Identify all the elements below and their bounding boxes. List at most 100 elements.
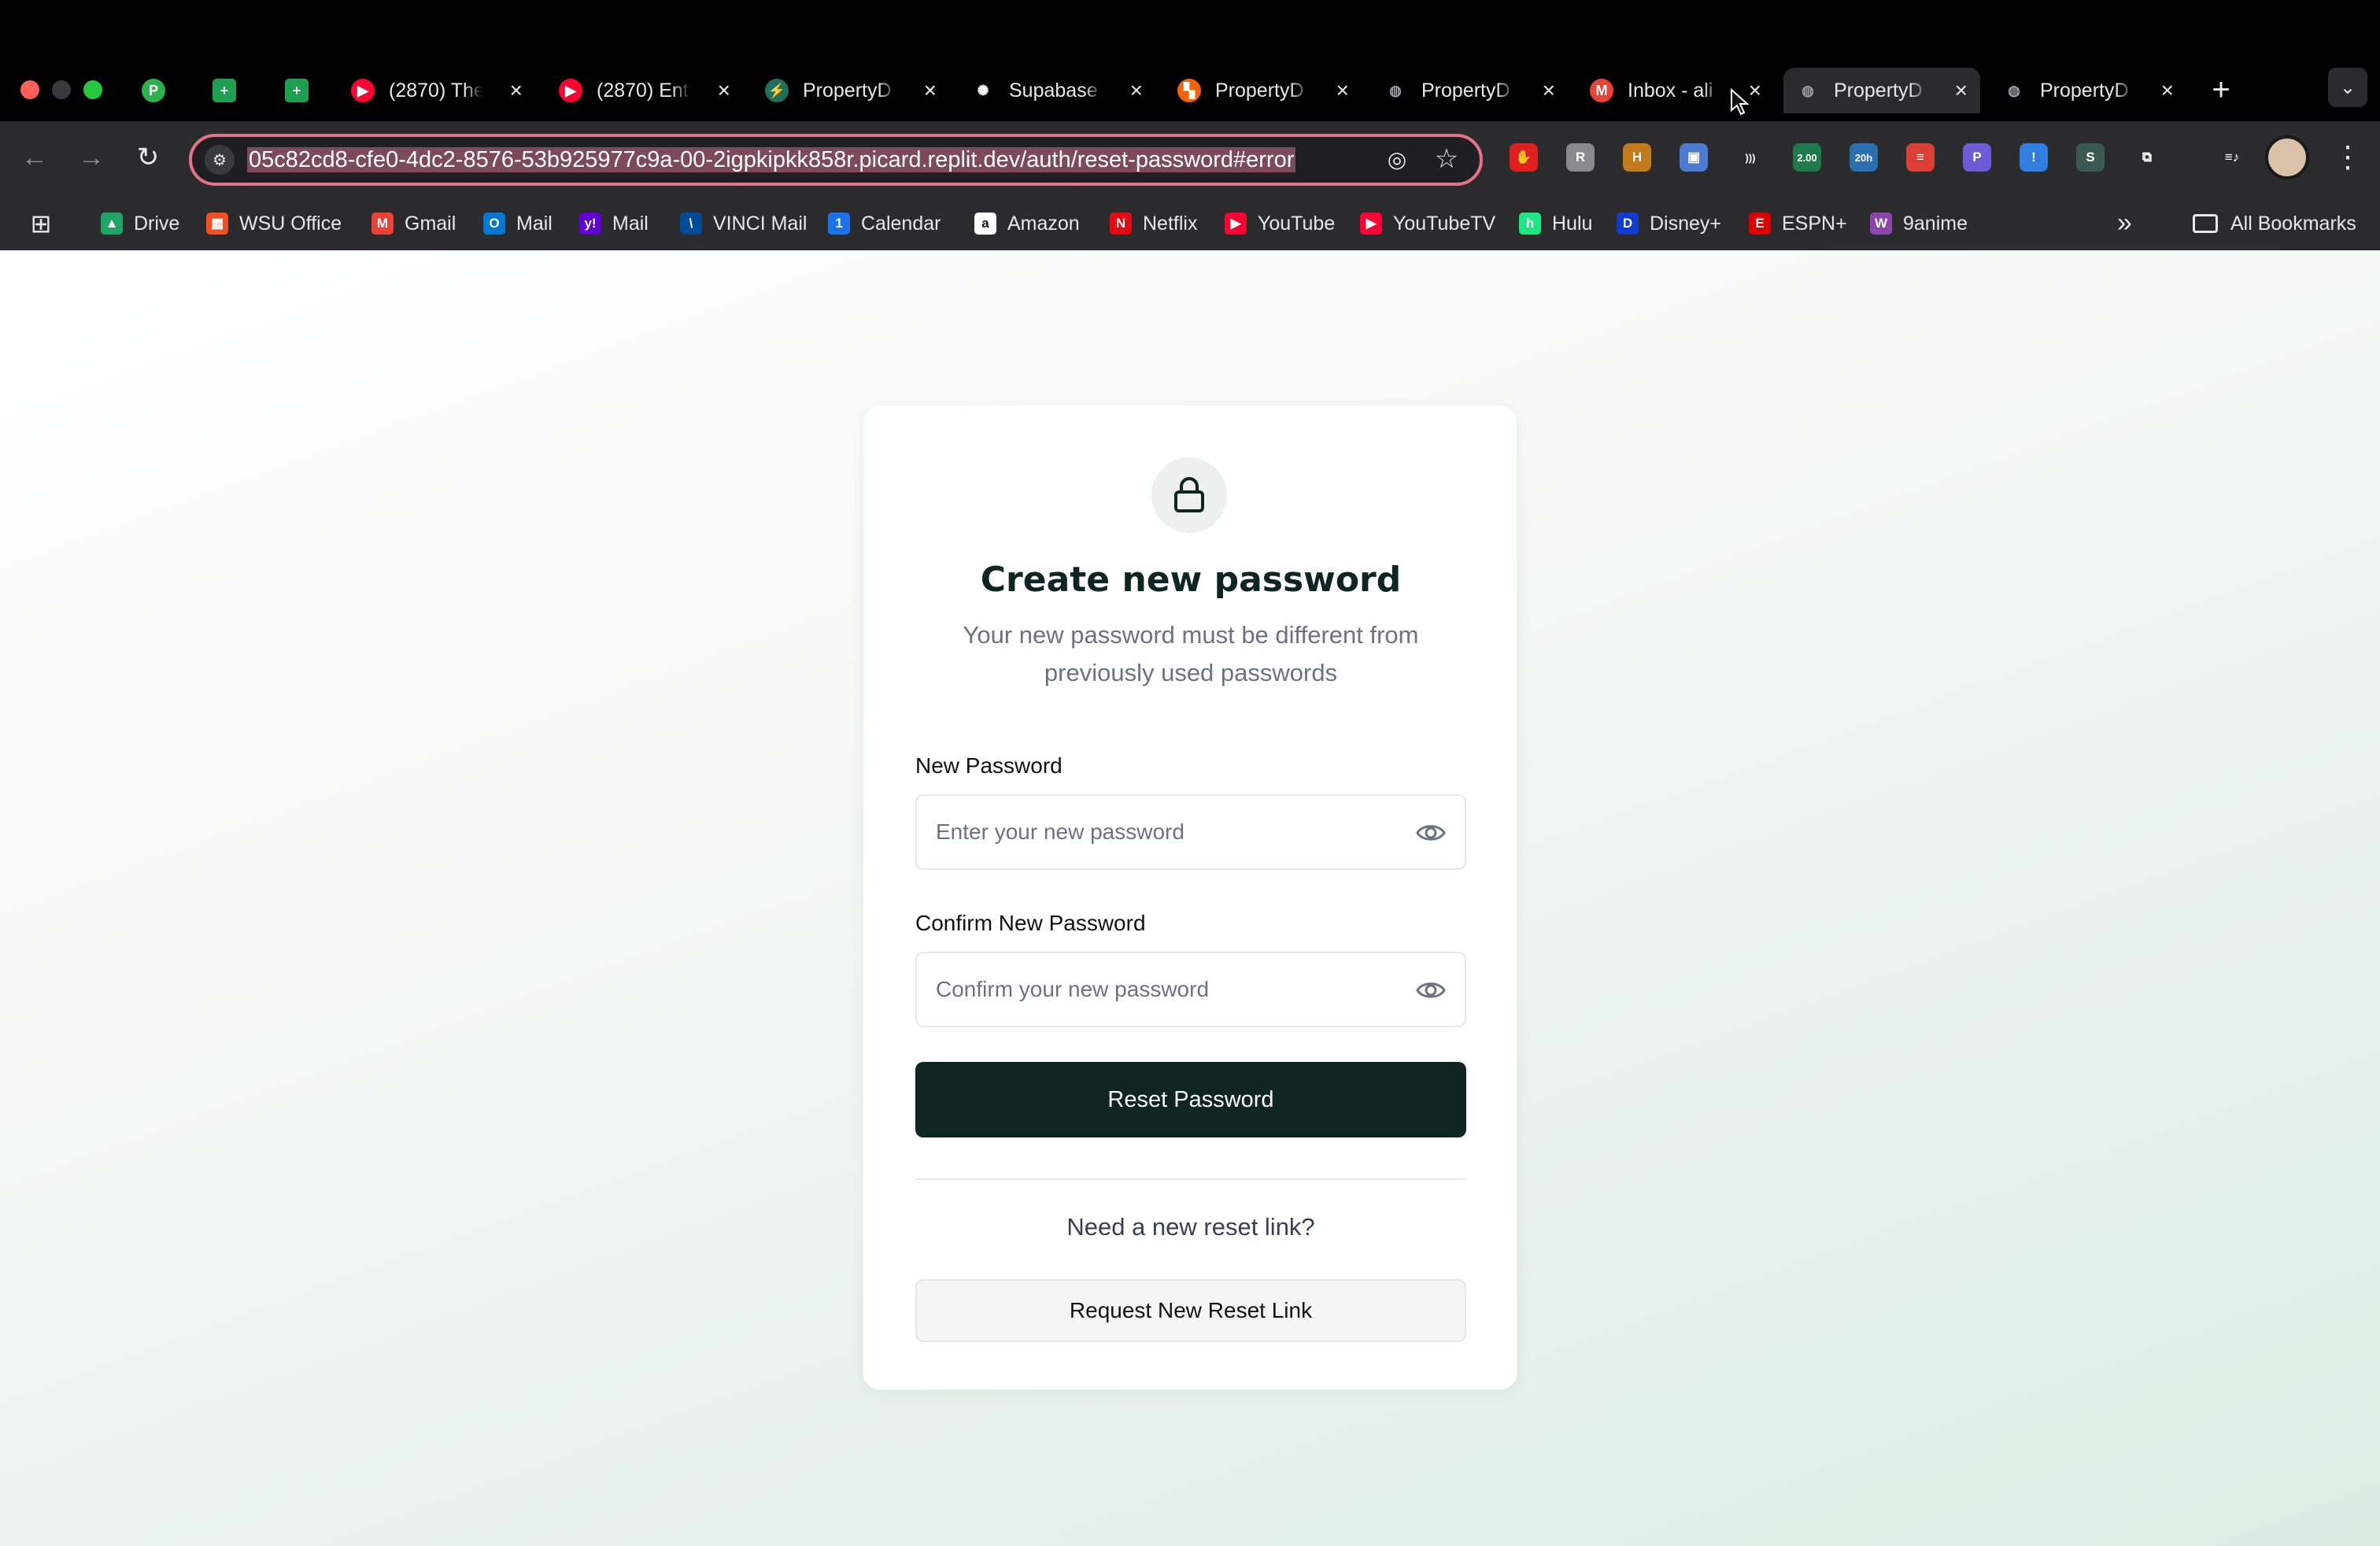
bookmark-star-icon[interactable]: ☆ <box>1431 143 1462 175</box>
tab-7[interactable]: ▚ PropertyD × <box>1165 68 1362 113</box>
browser-menu-icon[interactable]: ⋮ <box>2333 140 2363 175</box>
show-password-eye-icon[interactable] <box>1416 819 1446 846</box>
new-tab-button[interactable]: + <box>2204 72 2238 107</box>
tab-search-button[interactable]: ⌄ <box>2328 68 2367 107</box>
tab-4[interactable]: ▶ (2870) Ent × <box>546 68 743 113</box>
extension-e-icon[interactable]: P <box>1963 143 1991 172</box>
all-bookmarks-button[interactable]: All Bookmarks <box>2193 205 2356 242</box>
tab-11[interactable]: ◍ PropertyD × <box>1990 68 2186 113</box>
espn-icon: E <box>1749 213 1771 235</box>
bookmark-youtube[interactable]: ▶ YouTube <box>1225 205 1335 242</box>
bookmark-label: YouTubeTV <box>1393 212 1496 235</box>
profile-avatar[interactable] <box>2265 135 2309 179</box>
tab-1[interactable]: + <box>200 68 255 113</box>
bookmark-vinci-mail[interactable]: \ VINCI Mail <box>680 205 807 242</box>
apps-grid-icon[interactable]: ⊞ <box>27 209 55 238</box>
tab-10[interactable]: ◍ PropertyD × <box>1783 68 1980 113</box>
show-confirm-password-eye-icon[interactable] <box>1416 977 1446 1004</box>
close-tab-icon[interactable]: × <box>1130 80 1143 102</box>
globe-icon: ◍ <box>1389 82 1402 98</box>
divider <box>915 1178 1466 1180</box>
reset-password-button[interactable]: Reset Password <box>915 1062 1466 1137</box>
extension-c-icon[interactable]: ▣ <box>1680 143 1708 172</box>
bookmark-label: Disney+ <box>1650 212 1722 235</box>
bookmark-wsu-office[interactable]: ▦ WSU Office <box>206 205 342 242</box>
close-tab-icon[interactable]: × <box>2161 80 2174 102</box>
google-sheets-icon: + <box>213 79 236 102</box>
more-bookmarks-icon[interactable]: » <box>2117 208 2132 239</box>
page-background: Create new password Your new password mu… <box>0 250 2380 1546</box>
tab-6[interactable]: ✺ Supabase × <box>959 68 1155 113</box>
confirm-password-input[interactable] <box>936 953 1408 1026</box>
bookmark-label: Gmail <box>405 212 456 235</box>
tab-title: PropertyD <box>1834 79 1923 102</box>
folder-icon <box>2193 214 2218 233</box>
bookmark-amazon[interactable]: a Amazon <box>974 205 1080 242</box>
bookmark-espn-[interactable]: E ESPN+ <box>1749 205 1847 242</box>
bookmark-mail[interactable]: O Mail <box>483 205 552 242</box>
close-tab-icon[interactable]: × <box>1336 80 1349 102</box>
calendar-icon: 1 <box>828 213 850 235</box>
close-tab-icon[interactable]: × <box>1543 80 1555 102</box>
bookmark-calendar[interactable]: 1 Calendar <box>828 205 941 242</box>
bookmark-netflix[interactable]: N Netflix <box>1110 205 1197 242</box>
extension-g-icon[interactable]: S <box>2076 143 2105 172</box>
close-tab-icon[interactable]: × <box>924 80 937 102</box>
tab-title: PropertyD <box>2040 79 2129 102</box>
adblock-icon[interactable]: ✋ <box>1510 143 1538 172</box>
reset-password-card: Create new password Your new password mu… <box>863 405 1517 1390</box>
confirm-password-field[interactable] <box>915 952 1466 1027</box>
bookmark-mail[interactable]: y! Mail <box>579 205 649 242</box>
extension-d-icon[interactable]: ))) <box>1736 143 1765 172</box>
timer-extension-icon[interactable]: 20h <box>1850 143 1878 172</box>
tab-3[interactable]: ▶ (2870) The × <box>338 68 535 113</box>
bookmark-hulu[interactable]: h Hulu <box>1519 205 1592 242</box>
tab-0[interactable]: P <box>129 68 184 113</box>
media-icon[interactable]: ≡♪ <box>2218 143 2246 172</box>
tab-5[interactable]: ⚡ PropertyD × <box>752 68 949 113</box>
bookmark-label: ESPN+ <box>1782 212 1847 235</box>
bookmark-drive[interactable]: ▲ Drive <box>101 205 179 242</box>
bookmark-label: Drive <box>134 212 180 235</box>
close-tab-icon[interactable]: × <box>1955 80 1968 102</box>
new-password-field[interactable] <box>915 794 1466 870</box>
youtube-icon: ▶ <box>351 79 375 102</box>
reload-button[interactable]: ↻ <box>131 140 165 175</box>
bookmark-label: Amazon <box>1007 212 1080 235</box>
mouse-cursor-icon <box>1731 88 1749 116</box>
disney-icon: D <box>1617 213 1639 235</box>
new-password-input[interactable] <box>936 796 1408 868</box>
extension-b-icon[interactable]: H <box>1623 143 1651 172</box>
bookmark-label: WSU Office <box>239 212 342 235</box>
todoist-icon[interactable]: ≡ <box>1906 143 1935 172</box>
close-tab-icon[interactable]: × <box>1749 80 1761 102</box>
tab-2[interactable]: + <box>272 68 327 113</box>
speed-extension-icon[interactable]: 2.00 <box>1793 143 1821 172</box>
bookmark-youtubetv[interactable]: ▶ YouTubeTV <box>1360 205 1495 242</box>
address-bar[interactable]: ⚙ 05c82cd8-cfe0-4dc2-8576-53b925977c9a-0… <box>189 134 1483 186</box>
bookmark-9anime[interactable]: W 9anime <box>1870 205 1968 242</box>
puzzle-icon[interactable]: ⧉ <box>2133 143 2161 172</box>
bookmark-gmail[interactable]: M Gmail <box>371 205 456 242</box>
tab-8[interactable]: ◍ PropertyD × <box>1371 68 1568 113</box>
extension-a-icon[interactable]: R <box>1566 143 1595 172</box>
close-tab-icon[interactable]: × <box>510 80 523 102</box>
all-bookmarks-label: All Bookmarks <box>2230 212 2356 235</box>
close-window-button[interactable] <box>20 80 39 99</box>
close-tab-icon[interactable]: × <box>718 80 730 102</box>
page-subtitle: Your new password must be different from… <box>963 621 1419 686</box>
extension-f-icon[interactable]: ! <box>2020 143 2048 172</box>
google-lens-icon[interactable]: ◎ <box>1382 145 1412 175</box>
bookmark-label: VINCI Mail <box>713 212 808 235</box>
request-new-reset-link-button[interactable]: Request New Reset Link <box>915 1279 1466 1342</box>
url-text[interactable]: 05c82cd8-cfe0-4dc2-8576-53b925977c9a-00-… <box>247 144 1396 176</box>
site-info-icon[interactable]: ⚙ <box>205 145 235 175</box>
back-button[interactable]: ← <box>17 140 52 175</box>
bookmark-disney-[interactable]: D Disney+ <box>1617 205 1721 242</box>
confirm-password-label: Confirm New Password <box>915 911 1146 935</box>
new-password-label: New Password <box>915 753 1062 778</box>
hulu-icon: h <box>1519 213 1541 235</box>
minimize-window-button[interactable] <box>52 80 71 99</box>
forward-button[interactable]: → <box>74 140 109 175</box>
maximize-window-button[interactable] <box>83 80 102 99</box>
